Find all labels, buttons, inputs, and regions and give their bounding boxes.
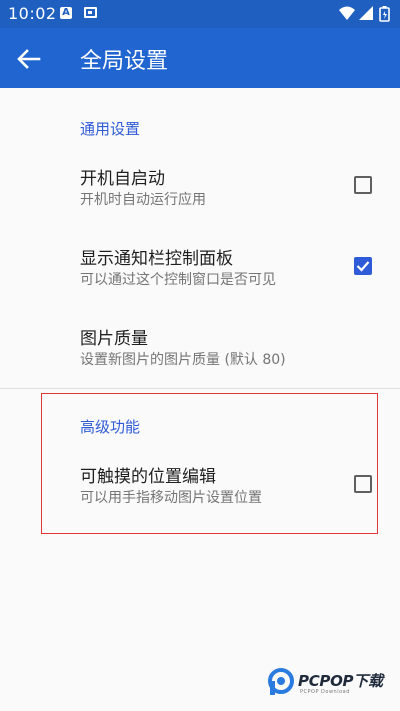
page-title: 全局设置 <box>80 49 169 74</box>
battery-icon <box>379 6 390 22</box>
card-notification-icon <box>84 7 97 18</box>
a-notification-icon: A <box>60 7 72 19</box>
pref-summary: 可以通过这个控制窗口是否可见 <box>80 272 276 288</box>
pref-notification-panel[interactable]: 显示通知栏控制面板 可以通过这个控制窗口是否可见 <box>0 240 400 300</box>
pcpop-logo-icon <box>268 668 294 695</box>
back-button[interactable] <box>14 44 44 74</box>
watermark-brand: PCPOP下载 <box>298 672 383 690</box>
section-divider <box>0 388 400 389</box>
watermark: PCPOP下载 PCPOP Download <box>268 668 393 702</box>
status-icons <box>338 5 392 23</box>
highlight-box <box>41 393 378 534</box>
notification-panel-checkbox[interactable] <box>354 257 372 275</box>
pref-summary: 设置新图片的图片质量 (默认 80) <box>80 352 286 368</box>
pref-title: 开机自启动 <box>80 169 165 189</box>
app-bar: 全局设置 <box>0 28 400 88</box>
pref-title: 图片质量 <box>80 329 148 349</box>
status-time: 10:02 <box>8 4 57 23</box>
pref-image-quality[interactable]: 图片质量 设置新图片的图片质量 (默认 80) <box>0 320 400 376</box>
watermark-sub: PCPOP Download <box>300 689 350 695</box>
arrow-left-icon <box>17 49 41 69</box>
signal-icon <box>359 6 373 20</box>
pref-title: 显示通知栏控制面板 <box>80 249 233 269</box>
checkmark-icon <box>356 261 370 272</box>
section-header-general: 通用设置 <box>80 120 141 138</box>
pref-auto-start[interactable]: 开机自启动 开机时自动运行应用 <box>0 160 400 220</box>
wifi-icon <box>339 6 355 20</box>
auto-start-checkbox[interactable] <box>354 176 372 194</box>
status-bar: 10:02 A <box>0 0 400 28</box>
pref-summary: 开机时自动运行应用 <box>80 192 206 208</box>
